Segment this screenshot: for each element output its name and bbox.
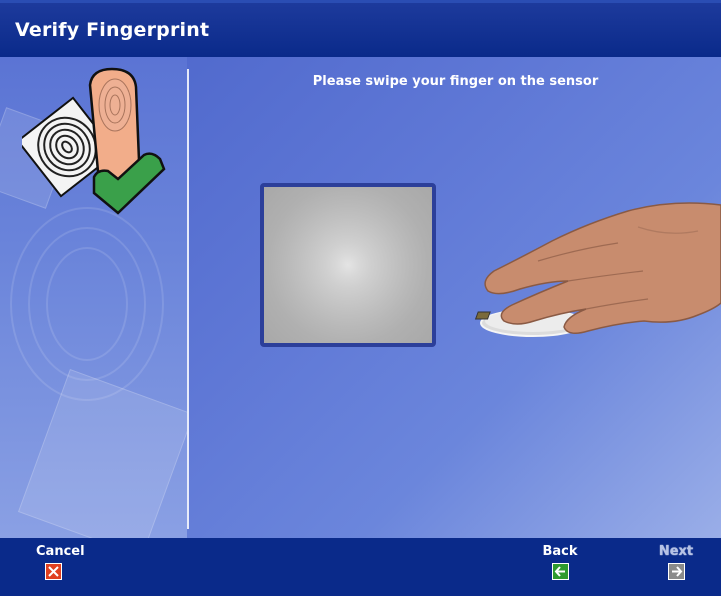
- hand-swipe-illustration: [474, 202, 721, 337]
- next-label: Next: [658, 544, 694, 559]
- instruction-text: Please swipe your finger on the sensor: [312, 74, 599, 89]
- title-bar: Verify Fingerprint: [0, 0, 721, 57]
- panel-divider: [187, 69, 189, 529]
- cancel-button[interactable]: Cancel: [36, 544, 85, 580]
- background-fingerprint-ring: [46, 247, 128, 361]
- next-button[interactable]: Next: [654, 544, 698, 580]
- back-button[interactable]: Back: [540, 544, 580, 580]
- content-area: Please swipe your finger on the sensor: [0, 57, 721, 538]
- cancel-label: Cancel: [36, 544, 85, 559]
- fingerprint-check-icon: [22, 67, 166, 215]
- sensor-preview: [260, 183, 436, 347]
- side-panel: [0, 57, 187, 538]
- navigation-bar: Cancel Back Next: [0, 538, 721, 596]
- close-icon: [44, 563, 62, 580]
- back-label: Back: [542, 544, 578, 559]
- arrow-left-icon: [551, 563, 569, 580]
- arrow-right-icon: [667, 563, 685, 580]
- window-title: Verify Fingerprint: [15, 19, 210, 41]
- background-document: [17, 369, 187, 538]
